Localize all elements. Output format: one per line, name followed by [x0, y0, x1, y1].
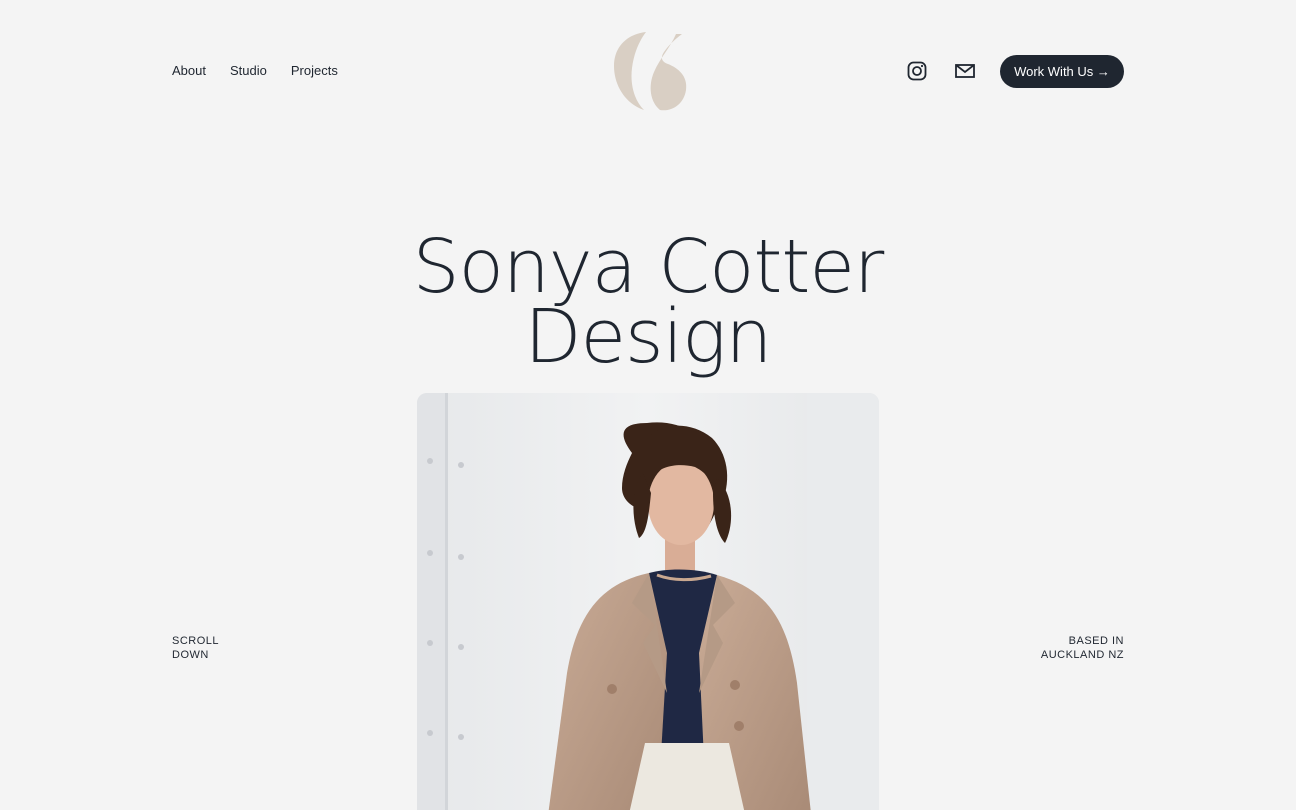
- page: About Studio Projects Work With Us → Son…: [0, 0, 1296, 810]
- location-caption: BASED IN AUCKLAND NZ: [1041, 634, 1124, 662]
- location-caption-line-2: AUCKLAND NZ: [1040, 649, 1124, 661]
- portrait-photo: [417, 393, 879, 810]
- logo-mark: [614, 32, 687, 111]
- scroll-caption-line-1: SCROLL: [172, 635, 220, 647]
- location-caption-line-1: BASED IN: [1068, 635, 1124, 647]
- title-line-2: Design: [524, 294, 773, 380]
- scroll-down-caption[interactable]: SCROLL DOWN: [172, 634, 219, 662]
- title-line-1: Sonya Cotter: [412, 224, 885, 310]
- nav-projects[interactable]: Projects: [291, 63, 338, 79]
- nav-studio[interactable]: Studio: [230, 63, 267, 79]
- nav-about[interactable]: About: [172, 63, 206, 79]
- brand-logo[interactable]: [610, 28, 688, 114]
- work-with-us-button[interactable]: Work With Us →: [1000, 55, 1124, 88]
- instagram-icon[interactable]: [906, 60, 928, 82]
- main-nav: About Studio Projects: [172, 63, 362, 79]
- scroll-caption-line-2: DOWN: [172, 649, 209, 661]
- mail-icon[interactable]: [954, 60, 976, 82]
- page-title: Sonya Cotter Design: [0, 224, 1296, 380]
